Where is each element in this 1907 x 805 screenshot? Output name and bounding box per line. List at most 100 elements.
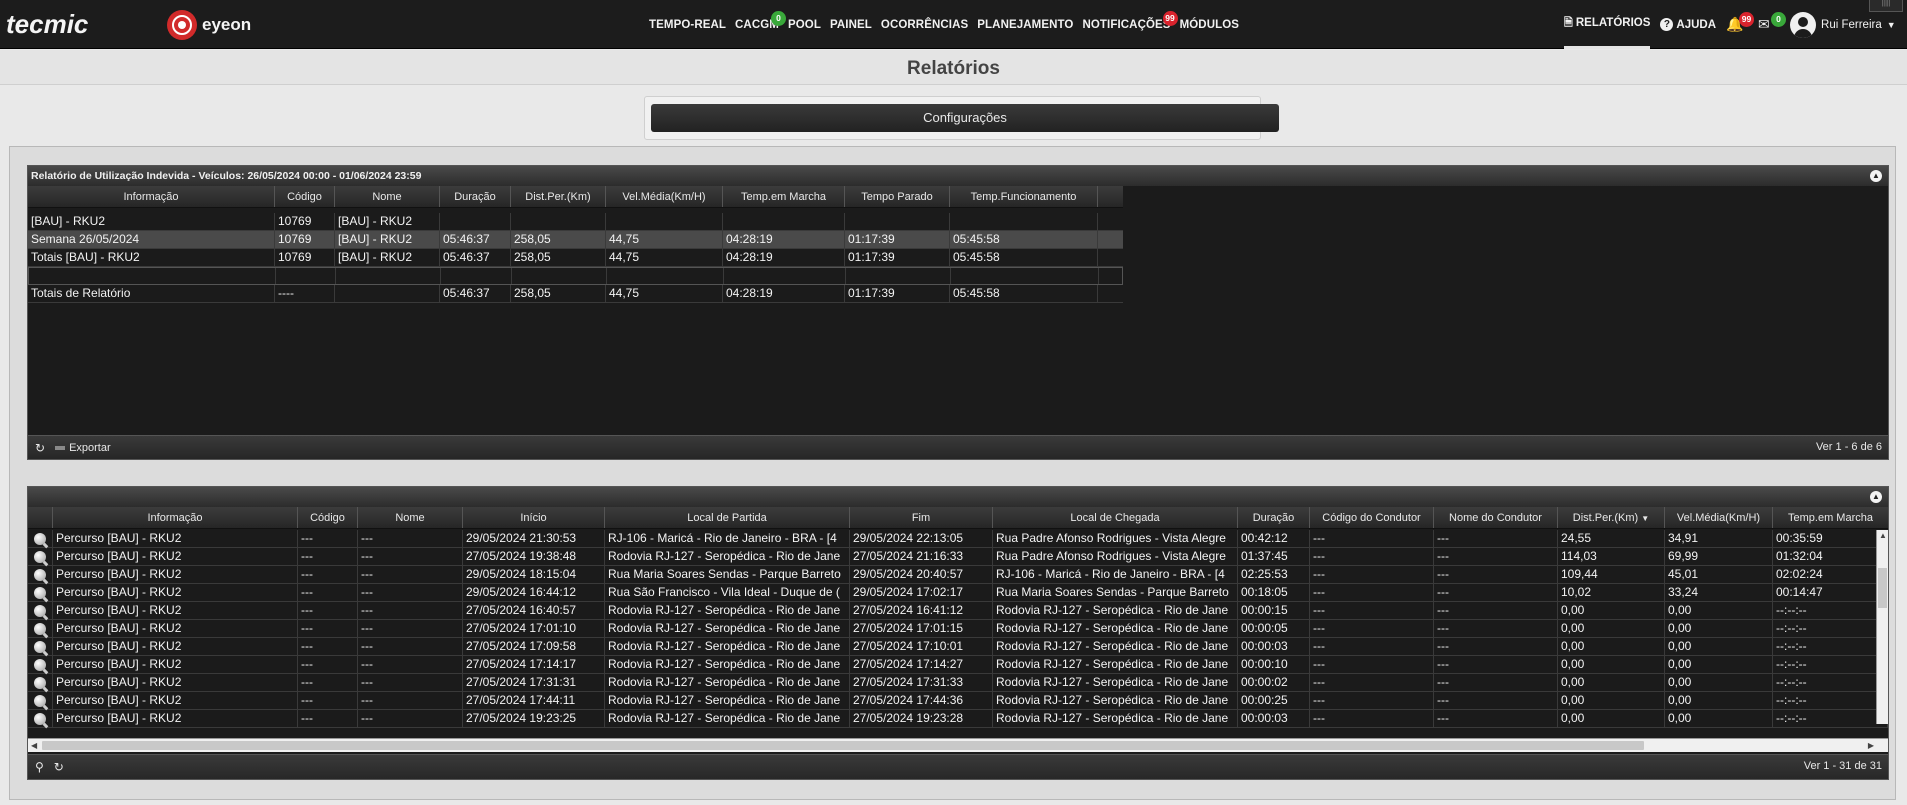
nav-cacgm[interactable]: CACGM 0 — [735, 11, 786, 31]
table-row[interactable]: Percurso [BAU] - RKU2 --- --- 27/05/2024 16… — [28, 602, 1888, 620]
nav-pool[interactable]: POOL — [788, 19, 821, 31]
col-codigo-condutor[interactable]: Código do Condutor — [1310, 507, 1434, 528]
scroll-up-icon[interactable]: ▲ — [1879, 531, 1887, 540]
table-row[interactable]: Percurso [BAU] - RKU2 --- --- 27/05/2024 19… — [28, 548, 1888, 566]
route-search-icon[interactable] — [34, 568, 46, 581]
col-codigo[interactable]: Código — [275, 186, 335, 207]
col-vel[interactable]: Vel.Média(Km/H) — [606, 186, 723, 207]
col-informacao[interactable]: Informação — [53, 507, 298, 528]
nav-modulos[interactable]: MÓDULOS — [1180, 19, 1239, 31]
table-cell: Rodovia RJ-127 - Seropédica - Rio de Jan… — [993, 656, 1238, 673]
refresh-icon[interactable]: ↻ — [54, 760, 64, 774]
horizontal-scrollbar[interactable]: ◀ ▶ — [28, 738, 1888, 752]
table-cell: Rua São Francisco - Vila Ideal - Duque d… — [605, 584, 850, 601]
route-search-icon[interactable] — [34, 712, 46, 725]
table-cell: 01:17:39 — [845, 231, 950, 248]
nav-notificacoes[interactable]: NOTIFICAÇÕES 99 — [1082, 11, 1178, 31]
scroll-thumb[interactable] — [42, 741, 1644, 750]
table-cell: 0,00 — [1558, 602, 1665, 619]
route-search-icon[interactable] — [34, 694, 46, 707]
table-cell: 27/05/2024 17:01:10 — [463, 620, 605, 637]
nav-painel[interactable]: PAINEL — [830, 19, 872, 31]
table-cell: 00:42:12 — [1238, 530, 1310, 547]
col-select — [28, 507, 53, 528]
table-row[interactable] — [28, 267, 1123, 285]
route-search-icon[interactable] — [34, 676, 46, 689]
nav-tempo-real[interactable]: TEMPO-REAL — [649, 19, 726, 31]
col-local-chegada[interactable]: Local de Chegada — [993, 507, 1238, 528]
table-cell: 27/05/2024 19:23:25 — [463, 710, 605, 727]
nav-ajuda[interactable]: ? AJUDA — [1660, 0, 1716, 49]
nav-ocorrencias[interactable]: OCORRÊNCIAS — [881, 19, 968, 31]
col-duracao[interactable]: Duração — [440, 186, 511, 207]
table-cell: --- — [358, 530, 463, 547]
table-row[interactable]: Percurso [BAU] - RKU2 --- --- 27/05/2024 19… — [28, 710, 1888, 728]
nav-relatorios[interactable]: 🗎 RELATÓRIOS — [1564, 0, 1651, 49]
route-search-icon[interactable] — [34, 658, 46, 671]
table-row[interactable]: Percurso [BAU] - RKU2 --- --- 29/05/2024 16… — [28, 584, 1888, 602]
col-nome-condutor[interactable]: Nome do Condutor — [1434, 507, 1558, 528]
col-codigo[interactable]: Código — [298, 507, 358, 528]
pager-info: Ver 1 - 31 de 31 — [1803, 760, 1882, 772]
col-parado[interactable]: Tempo Parado — [845, 186, 950, 207]
table-cell — [951, 268, 1099, 284]
table-row[interactable]: Percurso [BAU] - RKU2 --- --- 27/05/2024 17… — [28, 656, 1888, 674]
col-nome[interactable]: Nome — [335, 186, 440, 207]
table-cell: --- — [358, 692, 463, 709]
export-button[interactable]: Exportar — [55, 442, 111, 454]
col-marcha[interactable]: Temp.em Marcha — [723, 186, 845, 207]
col-marcha[interactable]: Temp.em Marcha — [1773, 507, 1888, 528]
route-search-icon[interactable] — [34, 604, 46, 617]
table-cell: 01:17:39 — [845, 249, 950, 266]
table-row[interactable]: Percurso [BAU] - RKU2 --- --- 27/05/2024 17… — [28, 674, 1888, 692]
col-funcionamento[interactable]: Temp.Funcionamento — [950, 186, 1098, 207]
table-cell: --- — [358, 584, 463, 601]
col-local-partida[interactable]: Local de Partida — [605, 507, 850, 528]
vertical-scrollbar[interactable]: ▲ — [1876, 530, 1888, 724]
col-dist[interactable]: Dist.Per.(Km) ▼ — [1558, 507, 1665, 528]
table-row[interactable]: Percurso [BAU] - RKU2 --- --- 27/05/2024 17… — [28, 620, 1888, 638]
table-row[interactable]: Totais de Relatório ---- 05:46:37 258,05 44,… — [28, 285, 1123, 303]
sort-desc-icon: ▼ — [1641, 514, 1650, 523]
table-row[interactable]: Semana 26/05/2024 10769 [BAU] - RKU2 05:46:… — [28, 231, 1123, 249]
table-cell: 05:45:58 — [950, 231, 1098, 248]
col-duracao[interactable]: Duração — [1238, 507, 1310, 528]
route-search-icon[interactable] — [34, 550, 46, 563]
route-search-icon[interactable] — [34, 586, 46, 599]
route-search-icon[interactable] — [34, 622, 46, 635]
table-row[interactable]: Totais [BAU] - RKU2 10769 [BAU] - RKU2 05:4… — [28, 249, 1123, 267]
alerts-button[interactable]: 🔔 99 — [1726, 0, 1755, 49]
table-cell: --- — [298, 710, 358, 727]
eyeon-logo[interactable]: eyeon — [166, 9, 276, 41]
col-fim[interactable]: Fim — [850, 507, 993, 528]
scroll-left-icon[interactable]: ◀ — [31, 741, 37, 750]
scroll-thumb[interactable] — [1878, 568, 1887, 608]
table-cell: Rodovia RJ-127 - Seropédica - Rio de Jan… — [605, 620, 850, 637]
col-dist[interactable]: Dist.Per.(Km) — [511, 186, 606, 207]
nav-planejamento[interactable]: PLANEJAMENTO — [977, 19, 1073, 31]
col-inicio[interactable]: Início — [463, 507, 605, 528]
grid-footer: ⚲ ↻ Ver 1 - 31 de 31 — [28, 754, 1888, 779]
route-search-icon[interactable] — [34, 640, 46, 653]
col-nome[interactable]: Nome — [358, 507, 463, 528]
table-row[interactable]: [BAU] - RKU2 10769 [BAU] - RKU2 — [28, 213, 1123, 231]
scroll-right-icon[interactable]: ▶ — [1868, 741, 1874, 750]
tecmic-logo[interactable]: tecmic — [6, 9, 156, 39]
col-informacao[interactable]: Informação — [28, 186, 275, 207]
collapse-icon[interactable]: ▲ — [1870, 170, 1882, 182]
resize-grip[interactable]: ||||| — [1869, 0, 1903, 12]
table-cell: 0,00 — [1665, 656, 1773, 673]
table-cell: --- — [298, 584, 358, 601]
table-cell: [BAU] - RKU2 — [335, 231, 440, 248]
table-row[interactable]: Percurso [BAU] - RKU2 --- --- 27/05/2024 17… — [28, 638, 1888, 656]
refresh-icon[interactable]: ↻ — [35, 441, 45, 455]
search-icon[interactable]: ⚲ — [35, 760, 44, 774]
table-row[interactable]: Percurso [BAU] - RKU2 --- --- 27/05/2024 17… — [28, 692, 1888, 710]
configuracoes-button[interactable]: Configurações — [651, 104, 1279, 132]
collapse-icon[interactable]: ▲ — [1870, 491, 1882, 503]
table-row[interactable]: Percurso [BAU] - RKU2 --- --- 29/05/2024 21… — [28, 530, 1888, 548]
route-search-icon[interactable] — [34, 532, 46, 545]
table-row[interactable]: Percurso [BAU] - RKU2 --- --- 29/05/2024 18… — [28, 566, 1888, 584]
col-vel[interactable]: Vel.Média(Km/H) — [1665, 507, 1773, 528]
messages-button[interactable]: ✉ 0 — [1758, 0, 1787, 49]
